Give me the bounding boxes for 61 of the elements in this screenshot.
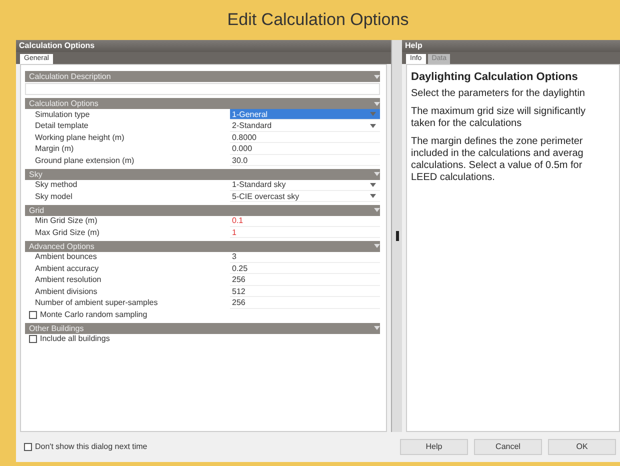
value-field[interactable]: 512 bbox=[230, 286, 380, 298]
value-field[interactable]: 0.25 bbox=[230, 263, 380, 274]
checkbox[interactable] bbox=[29, 335, 37, 344]
dialog-button[interactable]: OK bbox=[548, 439, 616, 455]
dialog-button[interactable]: Cancel bbox=[474, 439, 542, 455]
dropdown-arrow-icon[interactable] bbox=[370, 182, 376, 187]
property-label: Ambient divisions bbox=[34, 286, 98, 298]
property-label: Ambient accuracy bbox=[34, 262, 100, 275]
description-field[interactable] bbox=[25, 83, 380, 95]
dropdown-field[interactable]: 1-General bbox=[230, 109, 380, 120]
checkbox[interactable] bbox=[24, 443, 32, 451]
collapse-icon[interactable] bbox=[374, 74, 380, 78]
collapse-icon[interactable] bbox=[374, 172, 380, 176]
dialog-button[interactable]: Help bbox=[400, 439, 468, 455]
help-paragraph: Select the parameters for the daylightin bbox=[411, 88, 586, 100]
section-title: Calculation Options bbox=[29, 98, 98, 109]
value-field[interactable]: 256 bbox=[230, 274, 380, 286]
value-field[interactable]: 0.000 bbox=[230, 144, 380, 155]
value-field[interactable]: 0.1 bbox=[230, 216, 380, 227]
section-title: Grid bbox=[29, 204, 44, 216]
checkbox-label: Don't show this dialog next time bbox=[35, 441, 148, 453]
property-label: Ambient bounces bbox=[34, 251, 98, 264]
property-label: Sky model bbox=[34, 190, 74, 203]
checkbox-label: Monte Carlo random sampling bbox=[40, 308, 148, 321]
collapse-icon[interactable] bbox=[374, 244, 380, 248]
checkbox-label: Include all buildings bbox=[40, 333, 110, 346]
property-label: Ambient resolution bbox=[34, 274, 102, 286]
dropdown-arrow-icon[interactable] bbox=[370, 194, 376, 198]
value-field[interactable]: 256 bbox=[230, 298, 380, 309]
checkbox[interactable] bbox=[29, 310, 37, 319]
dropdown-arrow-icon[interactable] bbox=[370, 124, 376, 128]
property-label: Number of ambient super-samples bbox=[34, 297, 159, 310]
panel-title: Help bbox=[402, 40, 620, 52]
dropdown-field[interactable]: 2-Standard bbox=[230, 120, 380, 132]
property-label: Detail template bbox=[34, 120, 90, 132]
panel-title: Calculation Options bbox=[16, 40, 391, 52]
property-label: Sky method bbox=[34, 179, 78, 192]
collapse-icon[interactable] bbox=[374, 326, 380, 330]
section-title: Other Buildings bbox=[29, 322, 84, 334]
value-field[interactable]: 0.8000 bbox=[230, 132, 380, 144]
collapse-icon[interactable] bbox=[374, 208, 380, 212]
dropdown-field[interactable]: 5-CIE overcast sky bbox=[230, 191, 380, 202]
help-paragraph: The margin defines the zone perimeter included in the calculations and averag calculations. Select a value of 0.5m for LEED calculations. bbox=[411, 136, 584, 184]
collapse-icon[interactable] bbox=[374, 102, 380, 106]
window-title: Edit Calculation Options bbox=[226, 9, 410, 32]
help-paragraph: The maximum grid size will significantly taken for the calculations bbox=[411, 106, 586, 130]
value-field[interactable]: 1 bbox=[230, 227, 380, 238]
property-label: Simulation type bbox=[34, 108, 91, 121]
section-title: Advanced Options bbox=[29, 240, 94, 252]
section-title: Sky bbox=[29, 168, 42, 180]
dropdown-field[interactable]: 1-Standard sky bbox=[230, 180, 380, 191]
section-title: Calculation Description bbox=[29, 71, 111, 82]
value-field[interactable]: 3 bbox=[230, 252, 380, 263]
property-label: Working plane height (m) bbox=[34, 132, 126, 144]
property-label: Max Grid Size (m) bbox=[34, 226, 100, 239]
property-label: Min Grid Size (m) bbox=[34, 215, 98, 228]
help-heading: Daylighting Calculation Options bbox=[411, 71, 579, 84]
value-field[interactable]: 30.0 bbox=[230, 155, 380, 166]
property-label: Margin (m) bbox=[34, 143, 75, 156]
property-label: Ground plane extension (m) bbox=[34, 154, 136, 167]
splitter-handle[interactable] bbox=[396, 231, 398, 241]
